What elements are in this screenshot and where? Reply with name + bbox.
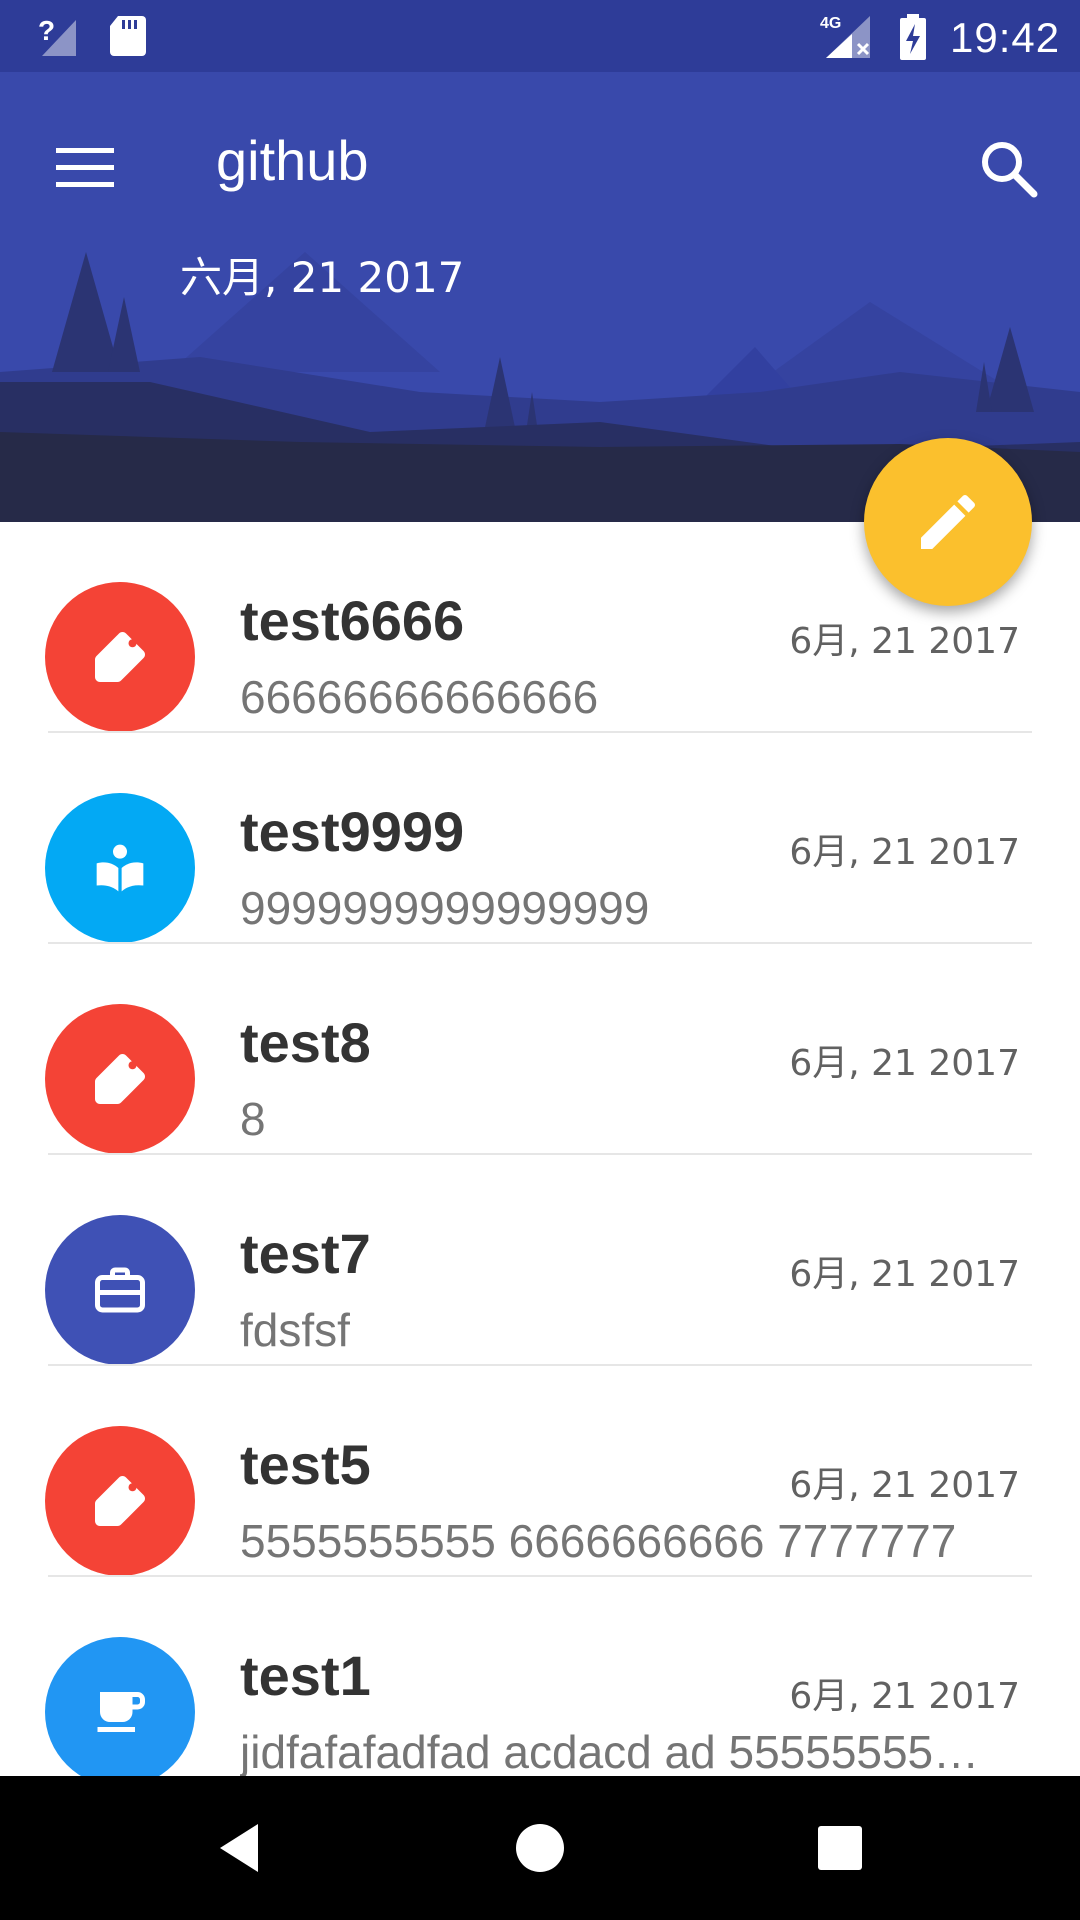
home-icon [516, 1824, 564, 1872]
avatar [45, 1637, 195, 1787]
item-title: test1 [240, 1644, 371, 1707]
list-item[interactable]: test7 6月, 21 2017 fdsfsf [0, 1155, 1080, 1366]
item-subtitle: jidfafafadfad acdacd ad 55555555… [240, 1726, 980, 1778]
coffee-cup-icon [97, 1692, 145, 1732]
label-tag-icon [95, 632, 145, 682]
clock: 19:42 [950, 14, 1061, 61]
sd-card-icon [108, 14, 148, 63]
recents-icon [818, 1826, 862, 1870]
back-button[interactable] [200, 1808, 280, 1888]
list-item[interactable]: test9999 6月, 21 2017 9999999999999999 [0, 733, 1080, 944]
item-title: test6666 [240, 589, 465, 652]
svg-text:?: ? [38, 15, 55, 46]
item-date: 6月, 21 2017 [789, 1676, 1020, 1717]
item-date: 6月, 21 2017 [789, 1254, 1020, 1295]
status-bar: ? 4G 19:42 [0, 0, 1080, 72]
home-button[interactable] [500, 1808, 580, 1888]
list-item[interactable]: test5 6月, 21 2017 5555555555 6666666666 … [0, 1366, 1080, 1577]
label-tag-icon [95, 1054, 145, 1104]
system-nav-bar [0, 1776, 1080, 1920]
list-item[interactable]: test8 6月, 21 2017 8 [0, 944, 1080, 1155]
item-date: 6月, 21 2017 [789, 1465, 1020, 1506]
item-title: test5 [240, 1433, 371, 1496]
note-list: test6666 6月, 21 2017 66666666666666 test… [0, 522, 1080, 1788]
item-subtitle: 9999999999999999 [240, 882, 650, 934]
item-subtitle: 8 [240, 1093, 266, 1145]
item-title: test7 [240, 1222, 371, 1285]
header-date: 六月, 21 2017 [180, 253, 465, 302]
briefcase-icon [95, 1267, 145, 1313]
avatar [45, 1426, 195, 1576]
battery-charging-icon [898, 12, 928, 67]
svg-text:4G: 4G [820, 15, 841, 32]
menu-button[interactable] [40, 122, 130, 212]
search-button[interactable] [964, 124, 1054, 214]
search-icon [982, 142, 1038, 198]
app-title: github [216, 129, 369, 192]
back-icon [220, 1824, 258, 1872]
item-subtitle: 66666666666666 [240, 671, 599, 723]
signal-unknown-icon: ? [36, 14, 80, 63]
item-title: test9999 [240, 800, 465, 863]
label-tag-icon [95, 1476, 145, 1526]
avatar [45, 1215, 195, 1365]
list-item[interactable]: test6666 6月, 21 2017 66666666666666 [0, 522, 1080, 733]
book-reader-icon [96, 844, 144, 892]
avatar [45, 582, 195, 732]
item-date: 6月, 21 2017 [789, 621, 1020, 662]
item-subtitle: fdsfsf [240, 1304, 350, 1356]
avatar [45, 1004, 195, 1154]
item-date: 6月, 21 2017 [789, 832, 1020, 873]
signal-4g-no-data-icon: 4G [820, 12, 876, 67]
recents-button[interactable] [800, 1808, 880, 1888]
item-subtitle: 5555555555 6666666666 7777777 [240, 1515, 957, 1567]
avatar [45, 793, 195, 943]
item-title: test8 [240, 1011, 371, 1074]
list-item[interactable]: test1 6月, 21 2017 jidfafafadfad acdacd a… [0, 1577, 1080, 1788]
item-date: 6月, 21 2017 [789, 1043, 1020, 1084]
hamburger-menu-icon [56, 148, 114, 187]
